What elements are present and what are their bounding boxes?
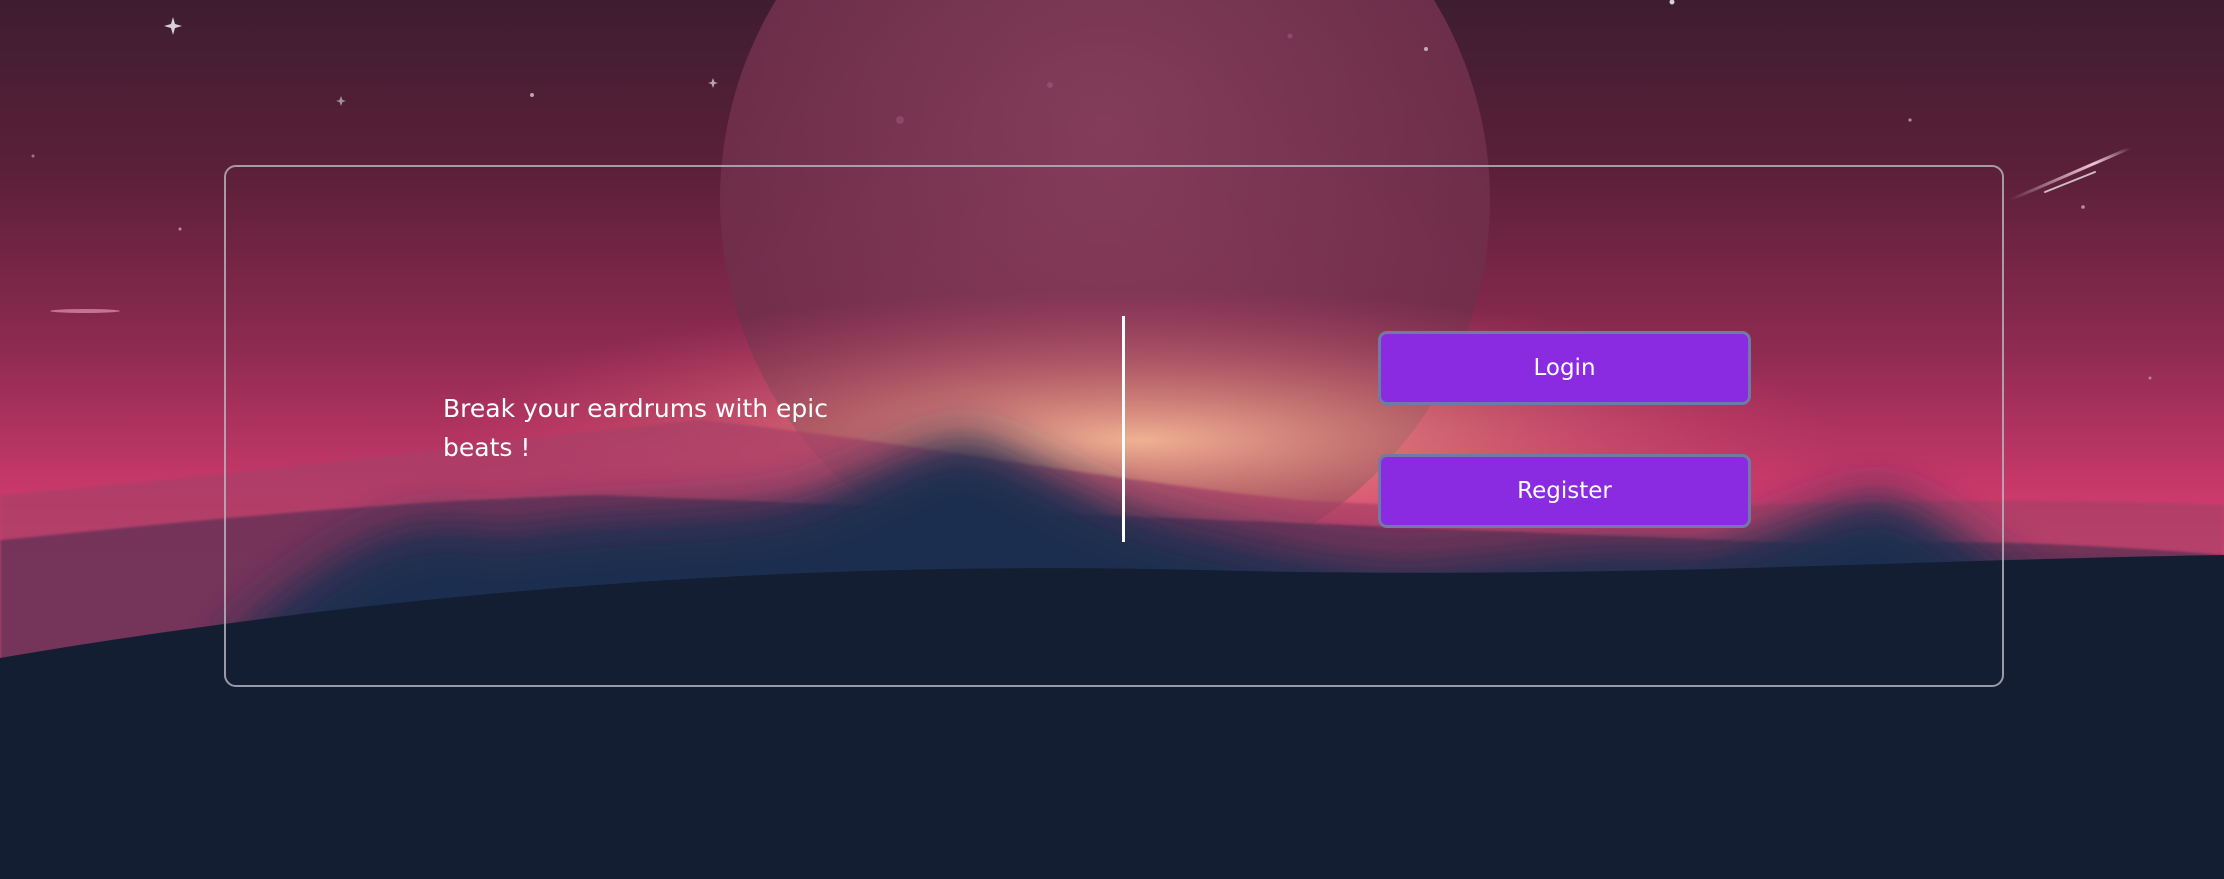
register-button[interactable]: Register — [1378, 454, 1751, 528]
landing-page: Break your eardrums with epic beats ! Lo… — [0, 0, 2224, 879]
vertical-divider — [1122, 316, 1125, 542]
tagline-text: Break your eardrums with epic beats ! — [443, 394, 828, 462]
login-button[interactable]: Login — [1378, 331, 1751, 405]
welcome-card: Break your eardrums with epic beats ! Lo… — [224, 165, 2004, 687]
